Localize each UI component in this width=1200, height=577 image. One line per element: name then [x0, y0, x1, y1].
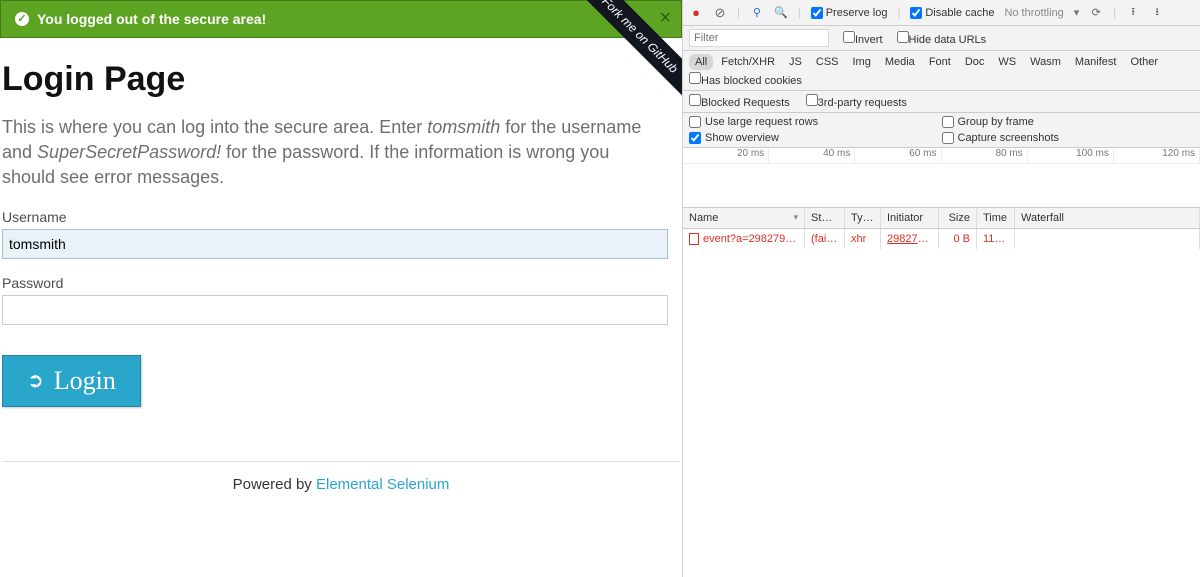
login-button[interactable]: ➲ Login [2, 355, 141, 407]
devtools-filterbar: Invert Hide data URLs [683, 26, 1200, 51]
password-label: Password [2, 275, 680, 291]
invert-toggle[interactable]: Invert [843, 31, 883, 46]
network-row[interactable]: event?a=2982799967… (faile… xhr 29827996… [683, 229, 1200, 249]
col-initiator[interactable]: Initiator [881, 208, 939, 228]
type-other[interactable]: Other [1124, 54, 1164, 70]
password-input[interactable] [2, 295, 668, 325]
page-subheader: This is where you can log into the secur… [2, 115, 662, 191]
search-icon[interactable]: 🔍 [774, 6, 788, 19]
preserve-log-toggle[interactable]: Preserve log [811, 7, 888, 19]
third-party-toggle[interactable]: 3rd-party requests [806, 94, 907, 109]
col-size[interactable]: Size [939, 208, 977, 228]
col-status[interactable]: Status [805, 208, 845, 228]
file-icon [689, 233, 699, 245]
initiator-link[interactable]: 29827996… [887, 233, 939, 245]
devtools-options: Use large request rows Show overview Gro… [683, 113, 1200, 148]
disable-cache-toggle[interactable]: Disable cache [910, 7, 994, 19]
signin-icon: ➲ [27, 368, 44, 393]
devtools-network-panel: ● ⊘ | ⚲ 🔍 | Preserve log | Disable cache… [682, 0, 1200, 577]
devtools-toolbar: ● ⊘ | ⚲ 🔍 | Preserve log | Disable cache… [683, 0, 1200, 26]
upload-icon[interactable]: ⭱ [1126, 3, 1140, 22]
type-fetchxhr[interactable]: Fetch/XHR [715, 54, 781, 70]
type-wasm[interactable]: Wasm [1024, 54, 1067, 70]
username-label: Username [2, 209, 680, 225]
type-img[interactable]: Img [847, 54, 877, 70]
username-input[interactable] [2, 229, 668, 259]
flash-message: You logged out of the secure area! [37, 11, 266, 27]
col-type[interactable]: Type [845, 208, 881, 228]
devtools-type-filter: All Fetch/XHR JS CSS Img Media Font Doc … [683, 51, 1200, 91]
record-icon[interactable]: ● [689, 5, 703, 20]
col-waterfall[interactable]: Waterfall [1015, 208, 1200, 228]
flash-success: ✓ You logged out of the secure area! × [0, 0, 682, 38]
footer-separator [2, 461, 680, 462]
throttling-select[interactable]: No throttling [1004, 7, 1063, 19]
type-css[interactable]: CSS [810, 54, 845, 70]
login-button-label: Login [54, 366, 116, 396]
group-frame-toggle[interactable]: Group by frame [942, 116, 1195, 128]
type-all[interactable]: All [689, 54, 713, 70]
type-manifest[interactable]: Manifest [1069, 54, 1123, 70]
footer-link[interactable]: Elemental Selenium [316, 476, 449, 493]
login-page: ✓ You logged out of the secure area! × F… [0, 0, 682, 577]
type-doc[interactable]: Doc [959, 54, 991, 70]
hide-data-urls-toggle[interactable]: Hide data URLs [897, 31, 987, 46]
chevron-down-icon[interactable]: ▾ [1074, 6, 1080, 19]
download-icon[interactable]: ⭳ [1150, 3, 1164, 22]
wifi-icon[interactable]: ⟳ [1089, 6, 1103, 19]
filter-input[interactable] [689, 29, 829, 47]
network-grid-header: Name Status Type Initiator Size Time Wat… [683, 208, 1200, 229]
clear-icon[interactable]: ⊘ [713, 5, 727, 21]
col-time[interactable]: Time [977, 208, 1015, 228]
type-js[interactable]: JS [783, 54, 808, 70]
filter-icon[interactable]: ⚲ [750, 6, 764, 19]
capture-screenshots-toggle[interactable]: Capture screenshots [942, 132, 1195, 144]
devtools-checkrow: Blocked Requests 3rd-party requests [683, 91, 1200, 113]
show-overview-toggle[interactable]: Show overview [689, 132, 942, 144]
type-media[interactable]: Media [879, 54, 921, 70]
close-icon[interactable]: × [659, 7, 671, 30]
type-font[interactable]: Font [923, 54, 957, 70]
col-name[interactable]: Name [683, 208, 805, 228]
footer: Powered by Elemental Selenium [0, 476, 682, 493]
large-rows-toggle[interactable]: Use large request rows [689, 116, 942, 128]
check-icon: ✓ [15, 12, 29, 26]
type-ws[interactable]: WS [992, 54, 1022, 70]
page-title: Login Page [2, 60, 682, 99]
network-grid-body: event?a=2982799967… (faile… xhr 29827996… [683, 229, 1200, 577]
blocked-requests-toggle[interactable]: Blocked Requests [689, 94, 790, 109]
timeline-overview[interactable]: 20 ms 40 ms 60 ms 80 ms 100 ms 120 ms [683, 148, 1200, 208]
has-blocked-cookies-toggle[interactable]: Has blocked cookies [689, 72, 802, 87]
